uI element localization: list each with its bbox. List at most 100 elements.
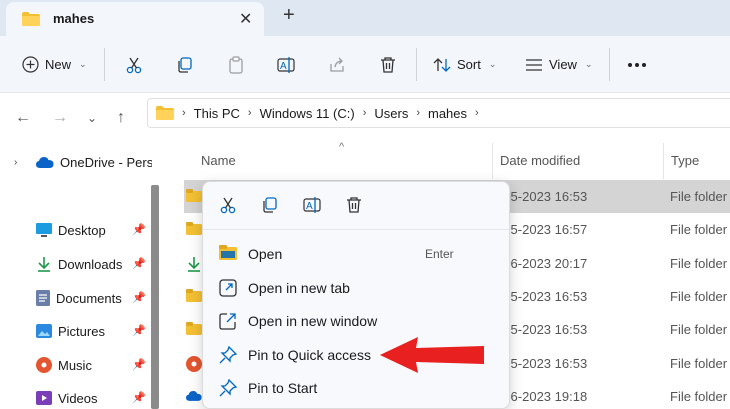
svg-text:A: A (280, 61, 287, 72)
pin-icon[interactable]: 📌 (132, 257, 146, 270)
rename-button[interactable]: A (277, 36, 297, 93)
sidebar-item-desktop[interactable]: Desktop (36, 218, 106, 242)
sidebar-item-music[interactable]: Music (36, 353, 92, 377)
chevron-right-icon: › (182, 107, 186, 119)
date-modified: -05-2023 16:53 (499, 189, 588, 204)
folder-icon (156, 106, 174, 120)
breadcrumb-this-pc[interactable]: This PC (194, 106, 240, 121)
cut-button[interactable] (125, 36, 143, 93)
menu-item-open[interactable]: Open Enter (203, 237, 511, 270)
close-icon[interactable]: ✕ (239, 9, 252, 29)
videos-icon (36, 391, 52, 405)
forward-arrow-icon[interactable]: → (52, 109, 68, 127)
breadcrumb-windows-c[interactable]: Windows 11 (C:) (260, 106, 355, 121)
sidebar-item-pictures[interactable]: Pictures (36, 319, 105, 343)
pin-icon (219, 345, 238, 367)
context-menu-quick-actions: A (203, 182, 511, 230)
sidebar-item-label: Documents (56, 290, 122, 306)
copy-button[interactable] (176, 36, 194, 93)
rename-icon[interactable]: A (303, 196, 323, 217)
download-icon (38, 257, 50, 272)
chevron-down-icon[interactable]: ⌄ (87, 111, 97, 125)
up-arrow-icon[interactable]: ↑ (117, 109, 125, 127)
copy-icon[interactable] (261, 196, 279, 217)
tab-title: mahes (53, 11, 95, 26)
chevron-down-icon: ⌄ (79, 59, 87, 69)
menu-item-label: Open (248, 246, 283, 262)
cloud-icon (186, 389, 202, 404)
trash-icon (381, 56, 395, 73)
file-type: File folder (670, 222, 728, 237)
file-type: File folder (670, 389, 728, 404)
new-button[interactable]: New ⌄ (22, 36, 87, 93)
pin-icon[interactable]: 📌 (132, 223, 146, 236)
pin-icon[interactable]: 📌 (132, 358, 146, 371)
sidebar-item-label: OneDrive - Perso (60, 154, 152, 170)
sort-button[interactable]: Sort ⌄ (433, 36, 496, 93)
file-type: File folder (670, 322, 728, 337)
chevron-right-icon: › (362, 107, 367, 119)
delete-button[interactable] (379, 36, 397, 93)
date-modified: -05-2023 16:53 (499, 289, 588, 304)
rename-icon: A (277, 56, 295, 73)
shortcut-text: Enter (425, 247, 454, 261)
tab-mahes[interactable]: mahes ✕ (6, 2, 264, 36)
new-label: New (45, 57, 72, 72)
date-modified: -05-2023 16:53 (499, 322, 588, 337)
breadcrumb-users[interactable]: Users (374, 106, 408, 121)
pin-icon[interactable]: 📌 (132, 324, 146, 337)
column-header-name[interactable]: Name (201, 153, 236, 168)
chevron-down-icon: ⌄ (488, 59, 497, 69)
sort-ascending-icon: ^ (339, 141, 345, 153)
paste-button[interactable] (227, 36, 245, 93)
folder-icon (186, 189, 202, 205)
plus-circle-icon (22, 56, 39, 73)
music-icon (186, 356, 202, 375)
address-bar[interactable]: › This PC › Windows 11 (C:) › Users › ma… (147, 98, 730, 128)
sidebar-item-videos[interactable]: Videos (36, 386, 98, 409)
folder-open-icon (219, 245, 237, 263)
pin-icon[interactable]: 📌 (132, 391, 146, 404)
sidebar-item-downloads[interactable]: Downloads (36, 252, 122, 276)
column-header-type[interactable]: Type (671, 153, 699, 168)
open-new-tab-icon (219, 279, 237, 300)
more-icon (628, 62, 646, 67)
sidebar-item-documents[interactable]: Documents (36, 286, 122, 310)
download-icon (186, 256, 202, 275)
pin-icon[interactable]: 📌 (132, 291, 146, 304)
column-divider (663, 143, 664, 179)
desktop-icon (36, 223, 52, 237)
open-new-window-icon (219, 312, 237, 333)
copy-icon (178, 56, 192, 73)
column-divider (492, 143, 493, 179)
date-modified: -06-2023 20:17 (499, 256, 588, 271)
pictures-icon (36, 324, 52, 338)
menu-item-open-new-tab[interactable]: Open in new tab (203, 271, 511, 304)
share-button[interactable] (328, 36, 346, 93)
chevron-right-icon: › (14, 156, 18, 168)
breadcrumb-mahes[interactable]: mahes (428, 106, 467, 121)
view-icon (526, 58, 542, 71)
column-header-date[interactable]: Date modified (500, 153, 580, 168)
scrollbar[interactable] (151, 185, 159, 409)
more-button[interactable] (627, 36, 647, 93)
sidebar-item-onedrive[interactable]: › OneDrive - Perso (14, 150, 152, 174)
plus-icon[interactable]: + (283, 4, 295, 27)
folder-icon (186, 222, 202, 238)
navigation-bar: ← → ⌄ ↑ › This PC › Windows 11 (C:) › Us… (0, 93, 730, 143)
share-icon (330, 57, 344, 72)
chevron-right-icon: › (416, 107, 420, 119)
chevron-right-icon: › (247, 107, 252, 119)
back-arrow-icon[interactable]: ← (15, 109, 31, 127)
chevron-down-icon: ⌄ (584, 59, 593, 69)
toolbar-divider (416, 48, 417, 81)
sidebar-item-label: Videos (58, 390, 98, 406)
sidebar-item-label: Music (58, 357, 92, 373)
scissors-icon[interactable] (219, 196, 237, 217)
view-button[interactable]: View ⌄ (525, 36, 593, 93)
trash-icon[interactable] (345, 196, 363, 217)
menu-item-label: Open in new tab (248, 280, 350, 296)
cloud-icon (36, 157, 54, 168)
folder-icon (186, 322, 202, 338)
folder-icon (186, 289, 202, 305)
